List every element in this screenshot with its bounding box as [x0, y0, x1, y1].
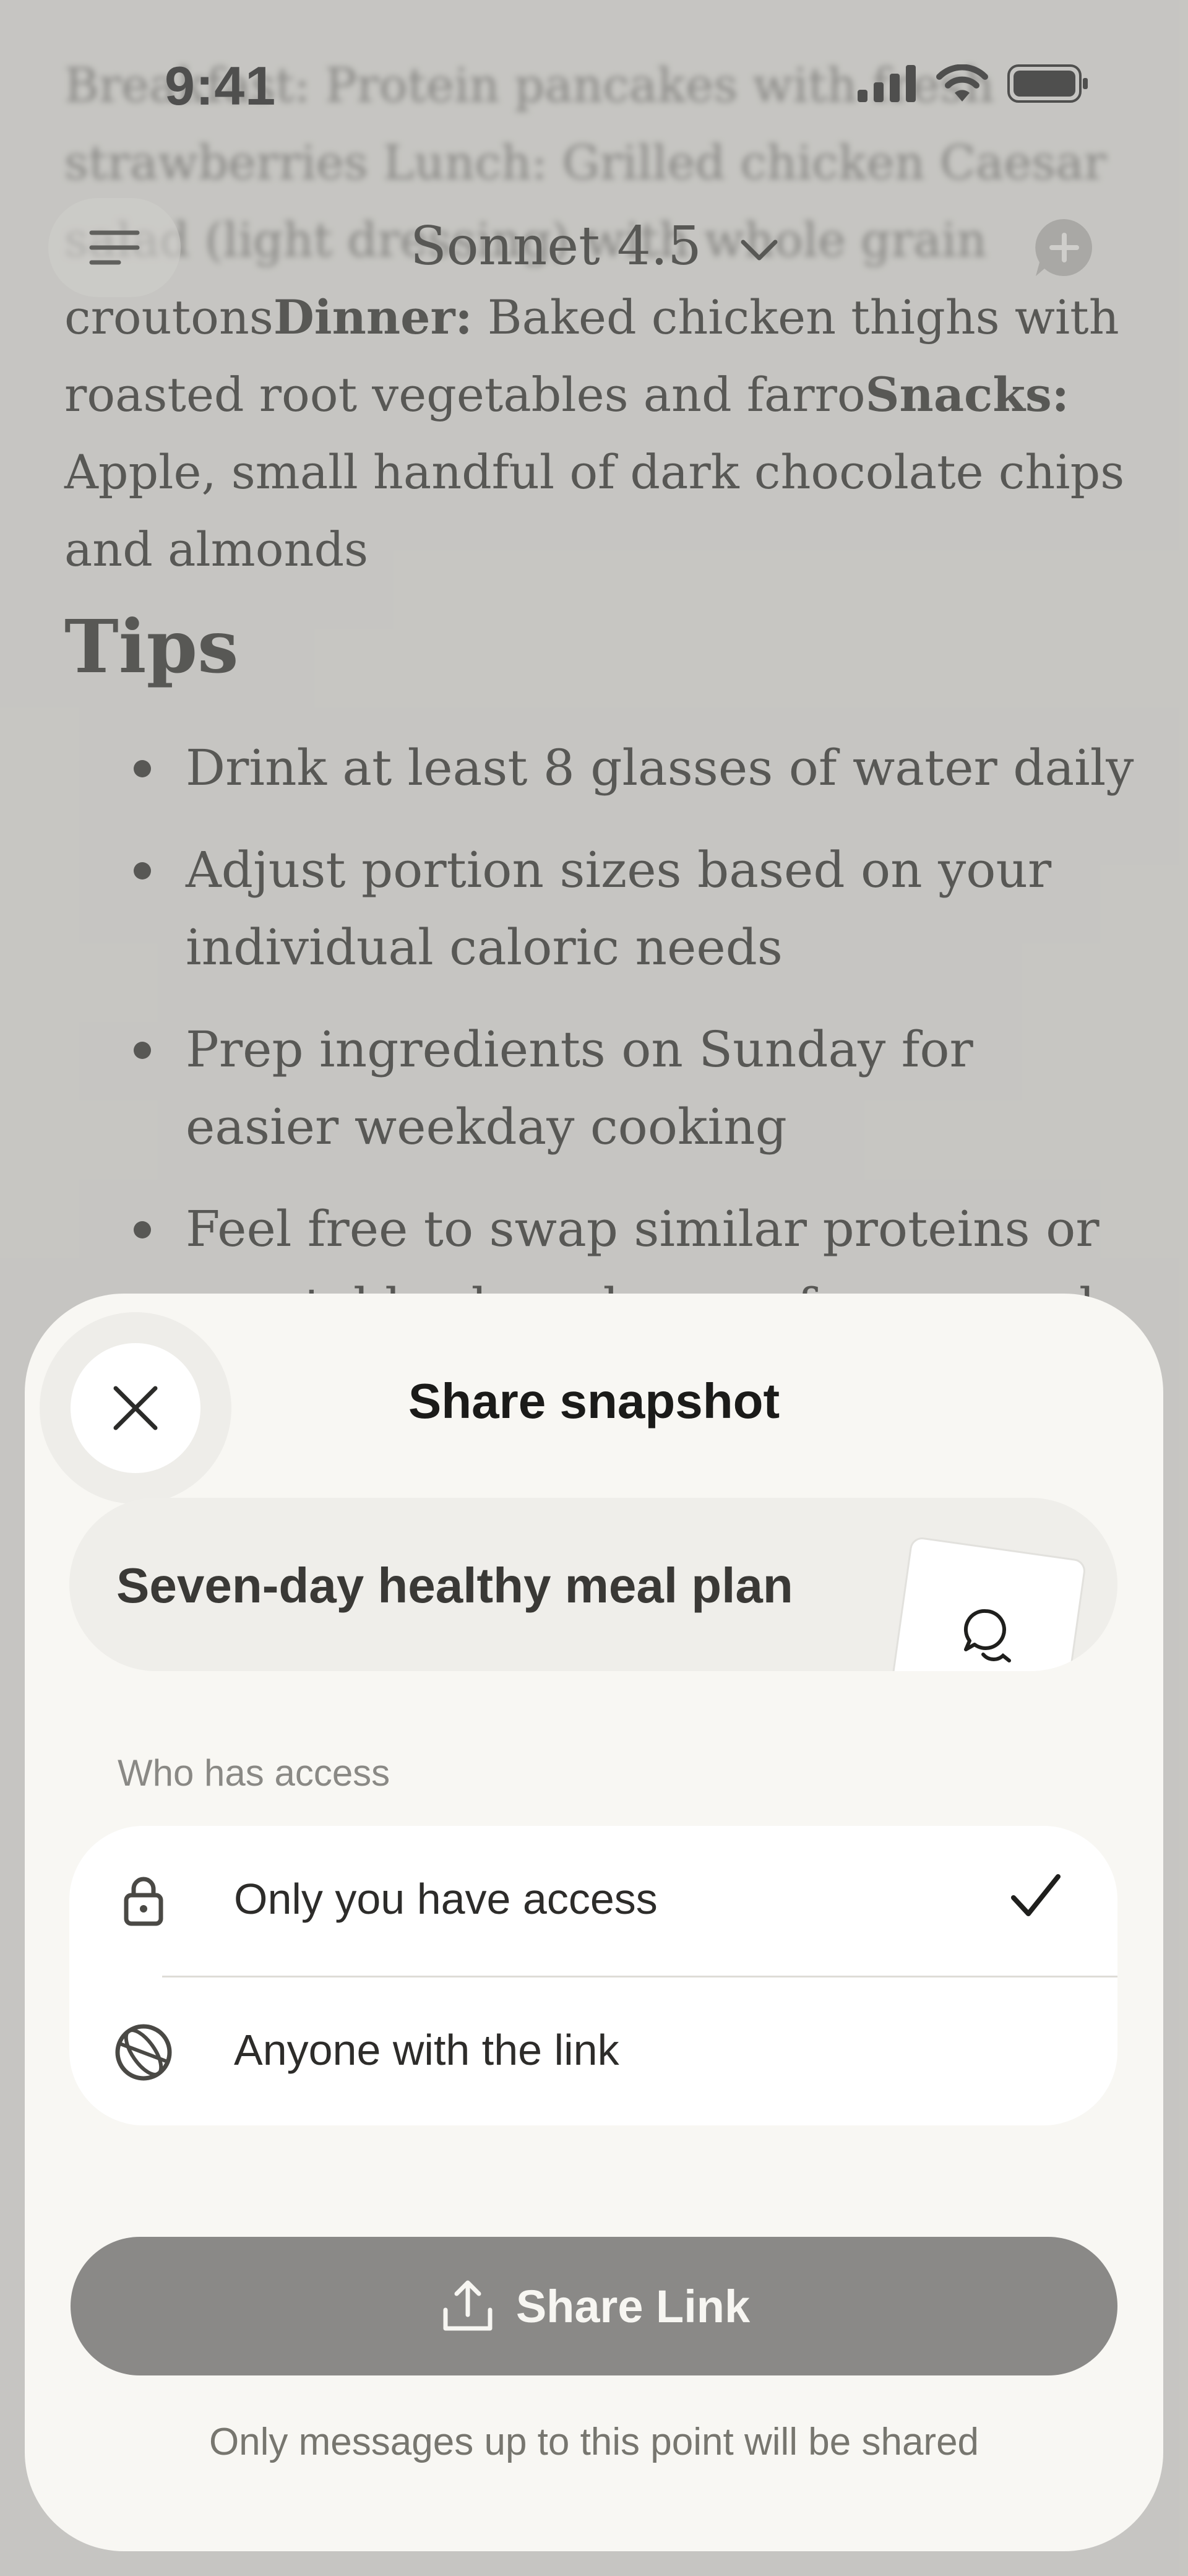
access-section-label: Who has access [118, 1752, 390, 1794]
access-option-public[interactable]: Anyone with the link [69, 1977, 1117, 2125]
share-link-button[interactable]: Share Link [71, 2237, 1117, 2375]
share-link-label: Share Link [515, 2280, 751, 2332]
globe-icon [115, 2024, 172, 2081]
share-footnote: Only messages up to this point will be s… [209, 2421, 979, 2463]
sheet-title: Share snapshot [408, 1373, 780, 1428]
access-options: Only you have access Anyone with the lin… [69, 1826, 1117, 2125]
lock-icon [124, 1877, 163, 1926]
snapshot-preview: Seven-day healthy meal plan [69, 1498, 1117, 1671]
checkmark-icon [1011, 1874, 1061, 1916]
access-option-label: Anyone with the link [234, 2026, 619, 2074]
preview-title: Seven-day healthy meal plan [116, 1558, 793, 1613]
access-option-private[interactable]: Only you have access [69, 1826, 1117, 1974]
chat-bubbles-icon [964, 1609, 1011, 1662]
share-icon [443, 2280, 493, 2331]
access-option-label: Only you have access [234, 1875, 658, 1923]
snapshot-thumbnail [887, 1536, 1087, 1671]
share-sheet: Share snapshot Seven-day healthy meal pl… [25, 1294, 1163, 2551]
